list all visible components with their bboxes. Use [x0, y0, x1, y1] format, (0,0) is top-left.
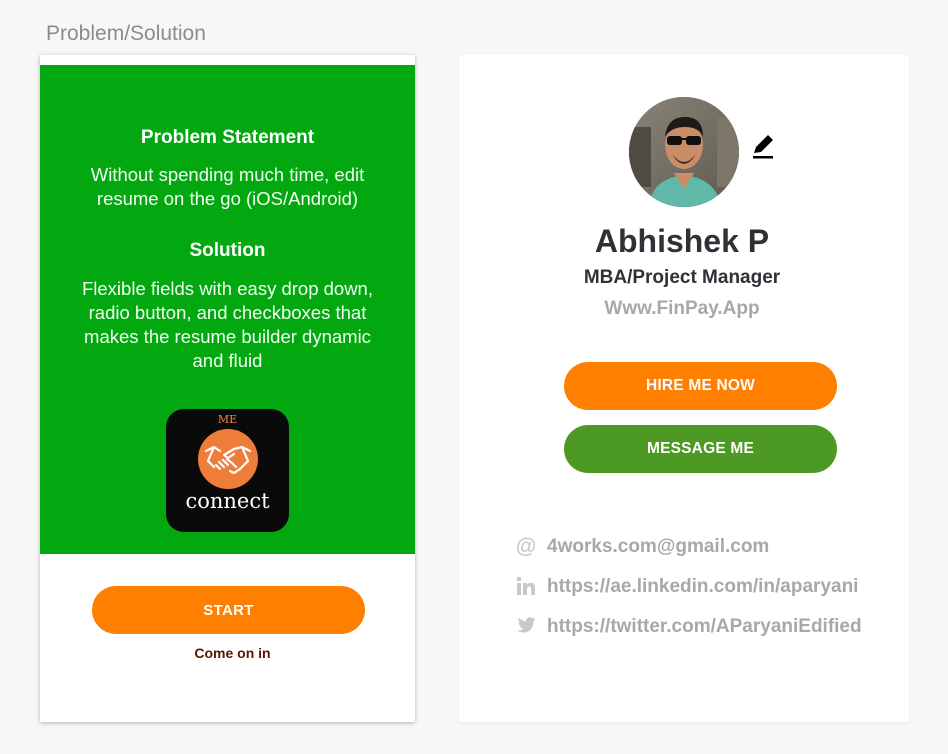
problem-text: Without spending much time, edit resume … [90, 164, 365, 209]
pencil-icon[interactable] [749, 132, 777, 160]
contact-email-text: 4works.com@gmail.com [547, 536, 770, 557]
linkedin-icon [515, 576, 537, 598]
come-on-in-text: Come on in [194, 645, 271, 661]
contact-twitter[interactable]: https://twitter.com/AParyaniEdified [515, 616, 905, 640]
avatar [629, 97, 739, 207]
at-icon: @ [515, 535, 537, 558]
app-logo-name: connect [185, 489, 270, 513]
hire-me-button[interactable]: HIRE ME NOW [564, 362, 837, 410]
contact-twitter-text: https://twitter.com/AParyaniEdified [547, 616, 862, 637]
profile-title: MBA/Project Manager [583, 267, 781, 288]
profile-name: Abhishek P [594, 223, 770, 259]
problem-solution-panel: Problem Statement Without spending much … [40, 65, 415, 554]
profile-card: Abhishek P MBA/Project Manager Www.FinPa… [459, 55, 909, 722]
contact-email[interactable]: @ 4works.com@gmail.com [515, 536, 905, 560]
contact-linkedin[interactable]: https://ae.linkedin.com/in/aparyani [515, 576, 905, 600]
solution-text: Flexible fields with easy drop down, rad… [81, 278, 373, 371]
problem-heading: Problem Statement [140, 127, 315, 148]
handshake-icon [198, 429, 258, 489]
twitter-icon [515, 616, 537, 638]
phone-mockup-card: Problem Statement Without spending much … [40, 55, 415, 722]
message-me-button[interactable]: MESSAGE ME [564, 425, 837, 473]
app-logo-top-text: ME [217, 413, 238, 426]
app-logo: ME connect [166, 409, 289, 532]
profile-website[interactable]: Www.FinPay.App [459, 298, 905, 320]
solution-heading: Solution [189, 240, 266, 261]
section-title: Problem/Solution [46, 22, 206, 45]
contact-linkedin-text: https://ae.linkedin.com/in/aparyani [547, 576, 859, 597]
start-button[interactable]: START [92, 586, 365, 634]
